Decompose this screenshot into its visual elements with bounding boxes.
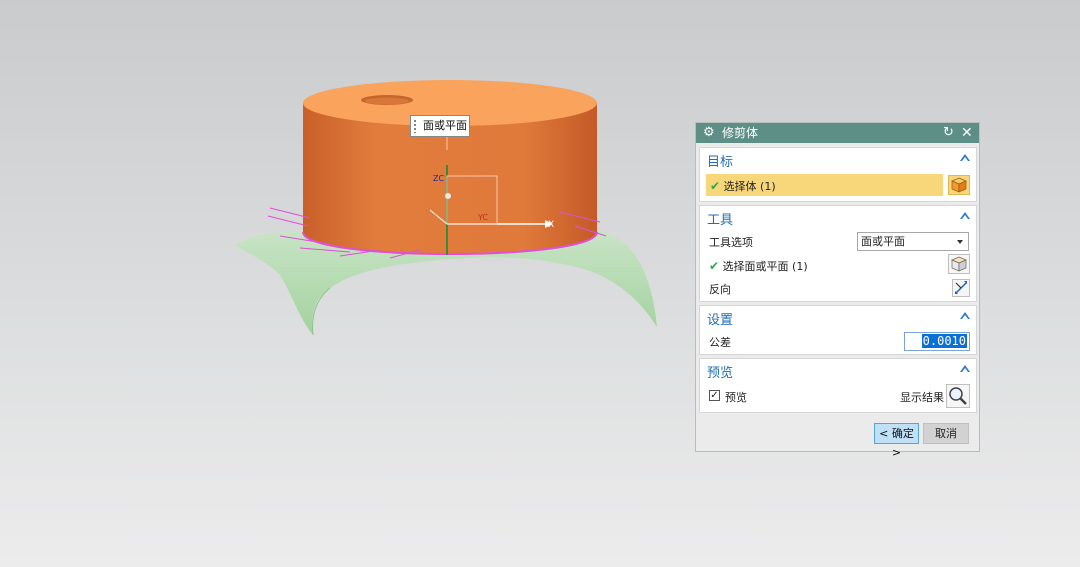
section-preview: 预览 ✓ 预览 显示结果 xyxy=(699,358,977,413)
tolerance-label: 公差 xyxy=(709,336,731,349)
collapse-icon[interactable] xyxy=(960,154,970,161)
axis-label-x: X xyxy=(548,220,554,230)
section-tool-header[interactable]: 工具 xyxy=(700,206,976,228)
tool-option-row: 工具选项 面或平面 xyxy=(700,230,976,252)
section-tool-title: 工具 xyxy=(707,213,734,228)
chevron-down-icon xyxy=(957,240,963,244)
collapse-icon[interactable] xyxy=(960,312,970,319)
section-settings-header[interactable]: 设置 xyxy=(700,306,976,328)
cancel-button[interactable]: 取消 xyxy=(923,423,969,444)
select-body-button[interactable] xyxy=(948,175,970,195)
tool-option-label: 工具选项 xyxy=(709,236,753,249)
select-face-label: 选择面或平面 (1) xyxy=(722,260,808,273)
select-face-row[interactable]: ✔ 选择面或平面 (1) xyxy=(700,254,976,276)
section-tool: 工具 工具选项 面或平面 ✔ 选择面或平面 (1) 反向 xyxy=(699,205,977,302)
select-body-label: 选择体 (1) xyxy=(723,180,776,193)
section-target-header[interactable]: 目标 xyxy=(700,148,976,170)
section-settings-title: 设置 xyxy=(707,313,734,328)
select-body-row[interactable]: ✔ 选择体 (1) xyxy=(706,174,943,196)
close-icon[interactable]: ✕ xyxy=(961,123,973,143)
collapse-icon[interactable] xyxy=(960,212,970,219)
reverse-row: 反向 xyxy=(700,277,976,299)
section-settings: 设置 公差 0.0010 xyxy=(699,305,977,355)
check-icon: ✔ xyxy=(710,179,721,193)
collapse-icon[interactable] xyxy=(960,365,970,372)
tolerance-value: 0.0010 xyxy=(921,334,967,348)
preview-checkbox[interactable]: ✓ xyxy=(709,390,720,401)
reset-icon[interactable]: ↻ xyxy=(943,123,954,143)
magnifier-icon xyxy=(949,387,967,405)
face-cube-icon xyxy=(951,256,967,272)
tool-option-dropdown[interactable]: 面或平面 xyxy=(857,232,969,251)
section-target: 目标 ✔ 选择体 (1) xyxy=(699,147,977,202)
section-preview-header[interactable]: 预览 xyxy=(700,359,976,381)
selection-tooltip: 面或平面 xyxy=(410,115,470,137)
tooltip-text: 面或平面 xyxy=(423,119,467,132)
gear-icon: ⚙ xyxy=(703,125,715,140)
drag-grip-icon[interactable] xyxy=(413,119,417,133)
dialog-titlebar[interactable]: ⚙ 修剪体 ↻ ✕ xyxy=(696,123,979,143)
select-face-button[interactable] xyxy=(948,254,970,274)
axis-label-y: YC xyxy=(477,213,488,222)
axis-label-z: ZC xyxy=(433,174,444,183)
tolerance-input[interactable]: 0.0010 xyxy=(904,332,970,351)
section-target-title: 目标 xyxy=(707,155,734,170)
show-result-button[interactable] xyxy=(946,384,970,408)
dialog-title: 修剪体 xyxy=(722,126,759,140)
preview-checkbox-label: 预览 xyxy=(725,391,747,404)
reverse-direction-icon xyxy=(955,281,967,294)
preview-row: ✓ 预览 显示结果 xyxy=(700,385,976,407)
tool-option-value: 面或平面 xyxy=(861,235,905,248)
tolerance-row: 公差 0.0010 xyxy=(700,330,976,352)
reverse-direction-button[interactable] xyxy=(952,279,970,297)
section-preview-title: 预览 xyxy=(707,366,734,381)
cube-icon xyxy=(951,177,967,193)
check-icon: ✔ xyxy=(709,259,720,273)
ok-button[interactable]: < 确定 > xyxy=(874,423,919,459)
reverse-label: 反向 xyxy=(709,283,731,296)
trim-body-dialog: ⚙ 修剪体 ↻ ✕ 目标 ✔ 选择体 (1) 工具 工具选项 面或平面 ✔ 选择… xyxy=(695,122,980,459)
show-result-label: 显示结果 xyxy=(900,391,944,404)
